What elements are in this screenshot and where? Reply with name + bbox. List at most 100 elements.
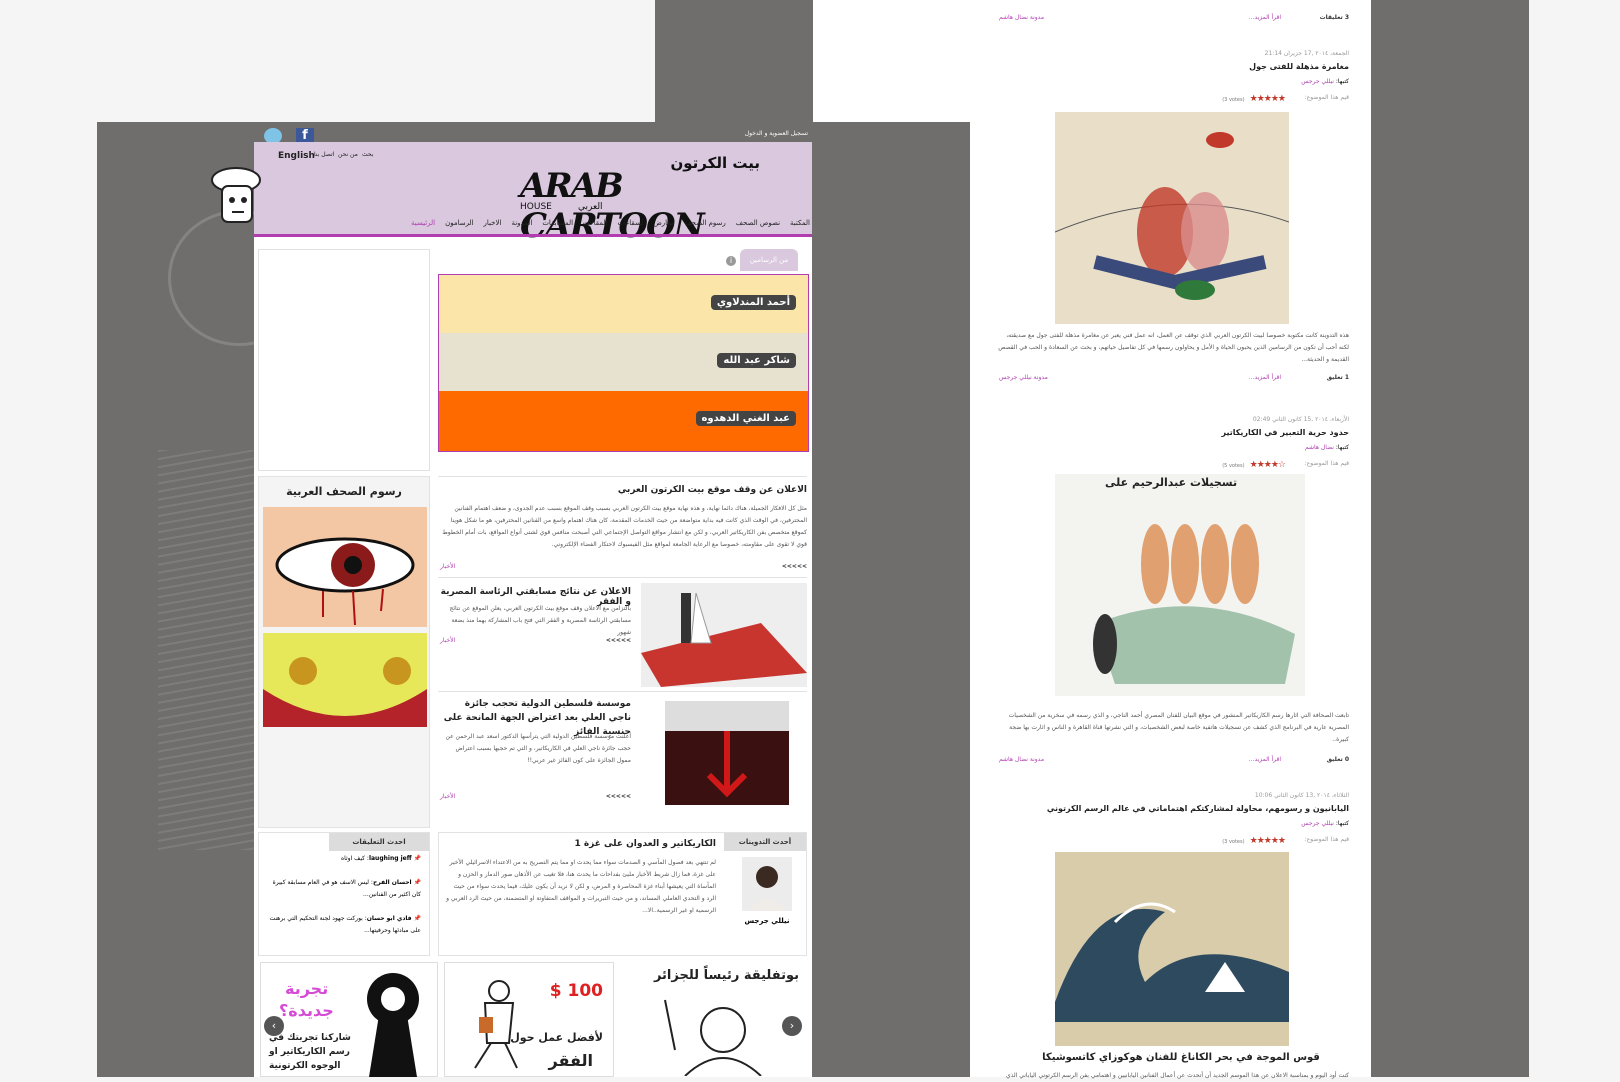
rating[interactable]: (3 votes) ★★★★★ [1222,828,1286,847]
post-excerpt: كنت أود اليوم و بمناسبة الاعلان عن هذا ا… [1006,1072,1349,1079]
nav-artists[interactable]: الرسامون [445,219,473,231]
post-author: كتبها: نضال هاشم [1305,444,1349,451]
logo-text-ar: بيت الكرتون [670,154,760,172]
login-link[interactable]: تسجيل العضوية و الدخول [745,130,808,137]
blog-link[interactable]: مدونة نضال هاشم [999,756,1044,763]
artist-strip[interactable]: عبد الغني الدهدوه [439,391,808,451]
mascot-logo [206,160,272,232]
rating[interactable]: (5 votes) ★★★★☆ [1222,452,1286,471]
press-cartoon-eye[interactable] [263,507,427,627]
site-header: English اتصل بنا من نحن بحث ARAB CARTOON… [254,142,812,246]
english-link[interactable]: English [278,151,315,161]
news-image-wedding[interactable] [641,583,807,687]
carousel-next-icon[interactable]: › [782,1016,802,1036]
contact-link[interactable]: اتصل بنا [314,151,334,158]
search-link[interactable]: بحث [362,151,373,158]
post-image[interactable] [1055,852,1289,1046]
post-title[interactable]: اليابانيون و رسومهم، محاولة لمشاركتكم اه… [1047,804,1349,813]
banner-poverty[interactable]: $ 100 لأفضل عمل حول الفقر [444,962,614,1077]
latest-blog-box: أحدث التدوينات الكاريكاتير و العدوان على… [438,832,807,956]
artist-strip[interactable]: أحمد المندلاوي [439,275,808,333]
tab-latest-blogs[interactable]: أحدث التدوينات [724,833,806,851]
nav-news[interactable]: الاخبار [484,219,502,231]
news-image-anchor[interactable] [665,701,789,805]
artist-name[interactable]: عبد الغني الدهدوه [695,411,796,426]
post-image[interactable] [1054,112,1290,324]
artist-name[interactable]: أحمد المندلاوي [710,295,796,310]
avatar[interactable] [742,857,792,911]
author-link[interactable]: نيللي جرجس [1301,820,1334,827]
author-link[interactable]: نضال هاشم [1305,444,1334,451]
read-more-arrows[interactable]: <<<<< [782,563,807,570]
nav-articles[interactable]: المقالات [583,219,607,231]
news-category[interactable]: الأخبار [440,637,455,644]
post-author: كتبها: نيللي جرجس [1301,78,1349,85]
post-excerpt: هذه التدوينة كانت مكتوبة خصوصا لبيت الكر… [998,332,1349,363]
news-category[interactable]: الأخبار [440,793,455,800]
news-title[interactable]: الاعلان عن وقف موقع بيت الكرتون العربي [618,485,807,495]
nav-exhibitions[interactable]: معارض [653,219,674,231]
artist-strip[interactable]: شاكر عبد الله [439,333,808,391]
banner-bouteflika[interactable]: بوتفليقة رئيساً للجزائر [625,962,807,1077]
news-body: بالتزامن مع الاعلان وقف موقع بيت الكرتون… [449,605,631,636]
tab-latest-comments[interactable]: احدث التعليقات [329,833,429,851]
read-more-link[interactable]: اقرأ المزيد... [1249,374,1281,381]
tab-artists[interactable]: من الرسامين [740,249,798,271]
press-cartoon-coins[interactable] [263,633,427,727]
latest-comments-box: احدث التعليقات 📌 laughing jeff: كيف اوثا… [258,832,430,956]
star-rating[interactable]: ★★★★★ [1250,94,1286,104]
news-item: موسسة فلسطين الدولية تحجب جائزة ناجي الع… [438,695,807,825]
blog-link[interactable]: مدونة نيللي جرجس [999,374,1048,381]
read-more-arrows[interactable]: <<<<< [606,793,631,800]
post-title[interactable]: مغامرة مذهلة للفتى جول [1249,62,1349,71]
nav-press-cartoons[interactable]: رسوم الصحف [684,219,725,231]
banner-line: الفقر [548,1051,593,1070]
carousel-prev-icon[interactable]: ‹ [264,1016,284,1036]
news-category[interactable]: الأخبار [440,563,455,570]
nav-interviews[interactable]: لسقاءات [617,219,643,231]
read-more-link[interactable]: اقرأ المزيد... [1249,756,1281,763]
comment-author[interactable]: laughing jeff [369,855,412,862]
comments-count[interactable]: 0 تعليق [1327,756,1349,763]
banner-new-experience[interactable]: تجربة جديدة؟ شاركنا تجربتك في رسم الكاري… [260,962,438,1077]
comment-author[interactable]: احسان الفرح [373,879,412,886]
comment-author[interactable]: فادي ابو حسان [367,915,412,922]
info-icon[interactable]: i [726,256,736,266]
blog-post-body: لم تنتهي بعد فصول المآسي و الصدمات سواء … [446,859,716,914]
artist-name[interactable]: شاكر عبد الله [717,353,796,368]
star-rating[interactable]: ★★★★☆ [1250,460,1286,470]
text-texture-decoration [158,450,254,850]
ad-slot[interactable] [258,249,430,471]
comments-count[interactable]: 1 تعليق [1327,374,1349,381]
site-logo[interactable]: ARAB CARTOON HOUSE بيت الكرتون العربي [520,154,764,246]
post-image[interactable]: تسجيلات عبدالرحيم على [1055,474,1305,696]
star-rating[interactable]: ★★★★★ [1250,836,1286,846]
read-more-link[interactable]: اقرأ المزيد... [1249,14,1281,21]
comments-count[interactable]: 3 تعليقات [1320,14,1349,21]
nav-home[interactable]: الرئيسية [411,219,435,231]
post-title[interactable]: حدود حرية التعبير في الكاريكاتير [1222,428,1349,437]
rating[interactable]: (3 votes) ★★★★★ [1222,86,1286,105]
nav-blog[interactable]: المدونة [511,219,532,231]
blog-link[interactable]: مدونة نضال هاشم [999,14,1044,21]
rating-label: قيم هذا الموضوع: [1304,94,1349,101]
blog-post-title[interactable]: الكاريكاتير و العدوان على غزة 1 [574,839,716,849]
post-author: كتبها: نيللي جرجس [1301,820,1349,827]
post-date: الأربعاء، ٢٠١٤ ,15 كانون الثاني 02:49 [1252,416,1349,423]
author-label: كتبها: [1335,78,1349,85]
post-footer: 3 تعليقات اقرأ المزيد... مدونة نضال هاشم [813,10,1371,28]
section-title: رسوم الصحف العربية [286,485,402,498]
nav-press-texts[interactable]: نصوص الصحف [736,219,780,231]
blog-author[interactable]: نيللي جرجس [742,917,792,925]
great-wave-illustration [1055,902,1289,1022]
about-link[interactable]: من نحن [338,151,358,158]
main-nav: الرئيسية الرسامون الاخبار المدونة المساب… [411,219,810,231]
nav-contests[interactable]: المسابقات [542,219,573,231]
votes-count: (3 votes) [1222,839,1245,845]
top-bar: تسجيل العضوية و الدخول [254,127,812,141]
author-link[interactable]: نيللي جرجس [1301,78,1334,85]
nav-library[interactable]: المكتبة [790,219,810,231]
artists-slider[interactable]: أحمد المندلاوي شاكر عبد الله عبد الغني ا… [438,274,809,452]
read-more-arrows[interactable]: <<<<< [606,637,631,644]
comment-item: 📌 احسان الفرح: ليس الاسف هو في العام مسا… [272,879,421,898]
